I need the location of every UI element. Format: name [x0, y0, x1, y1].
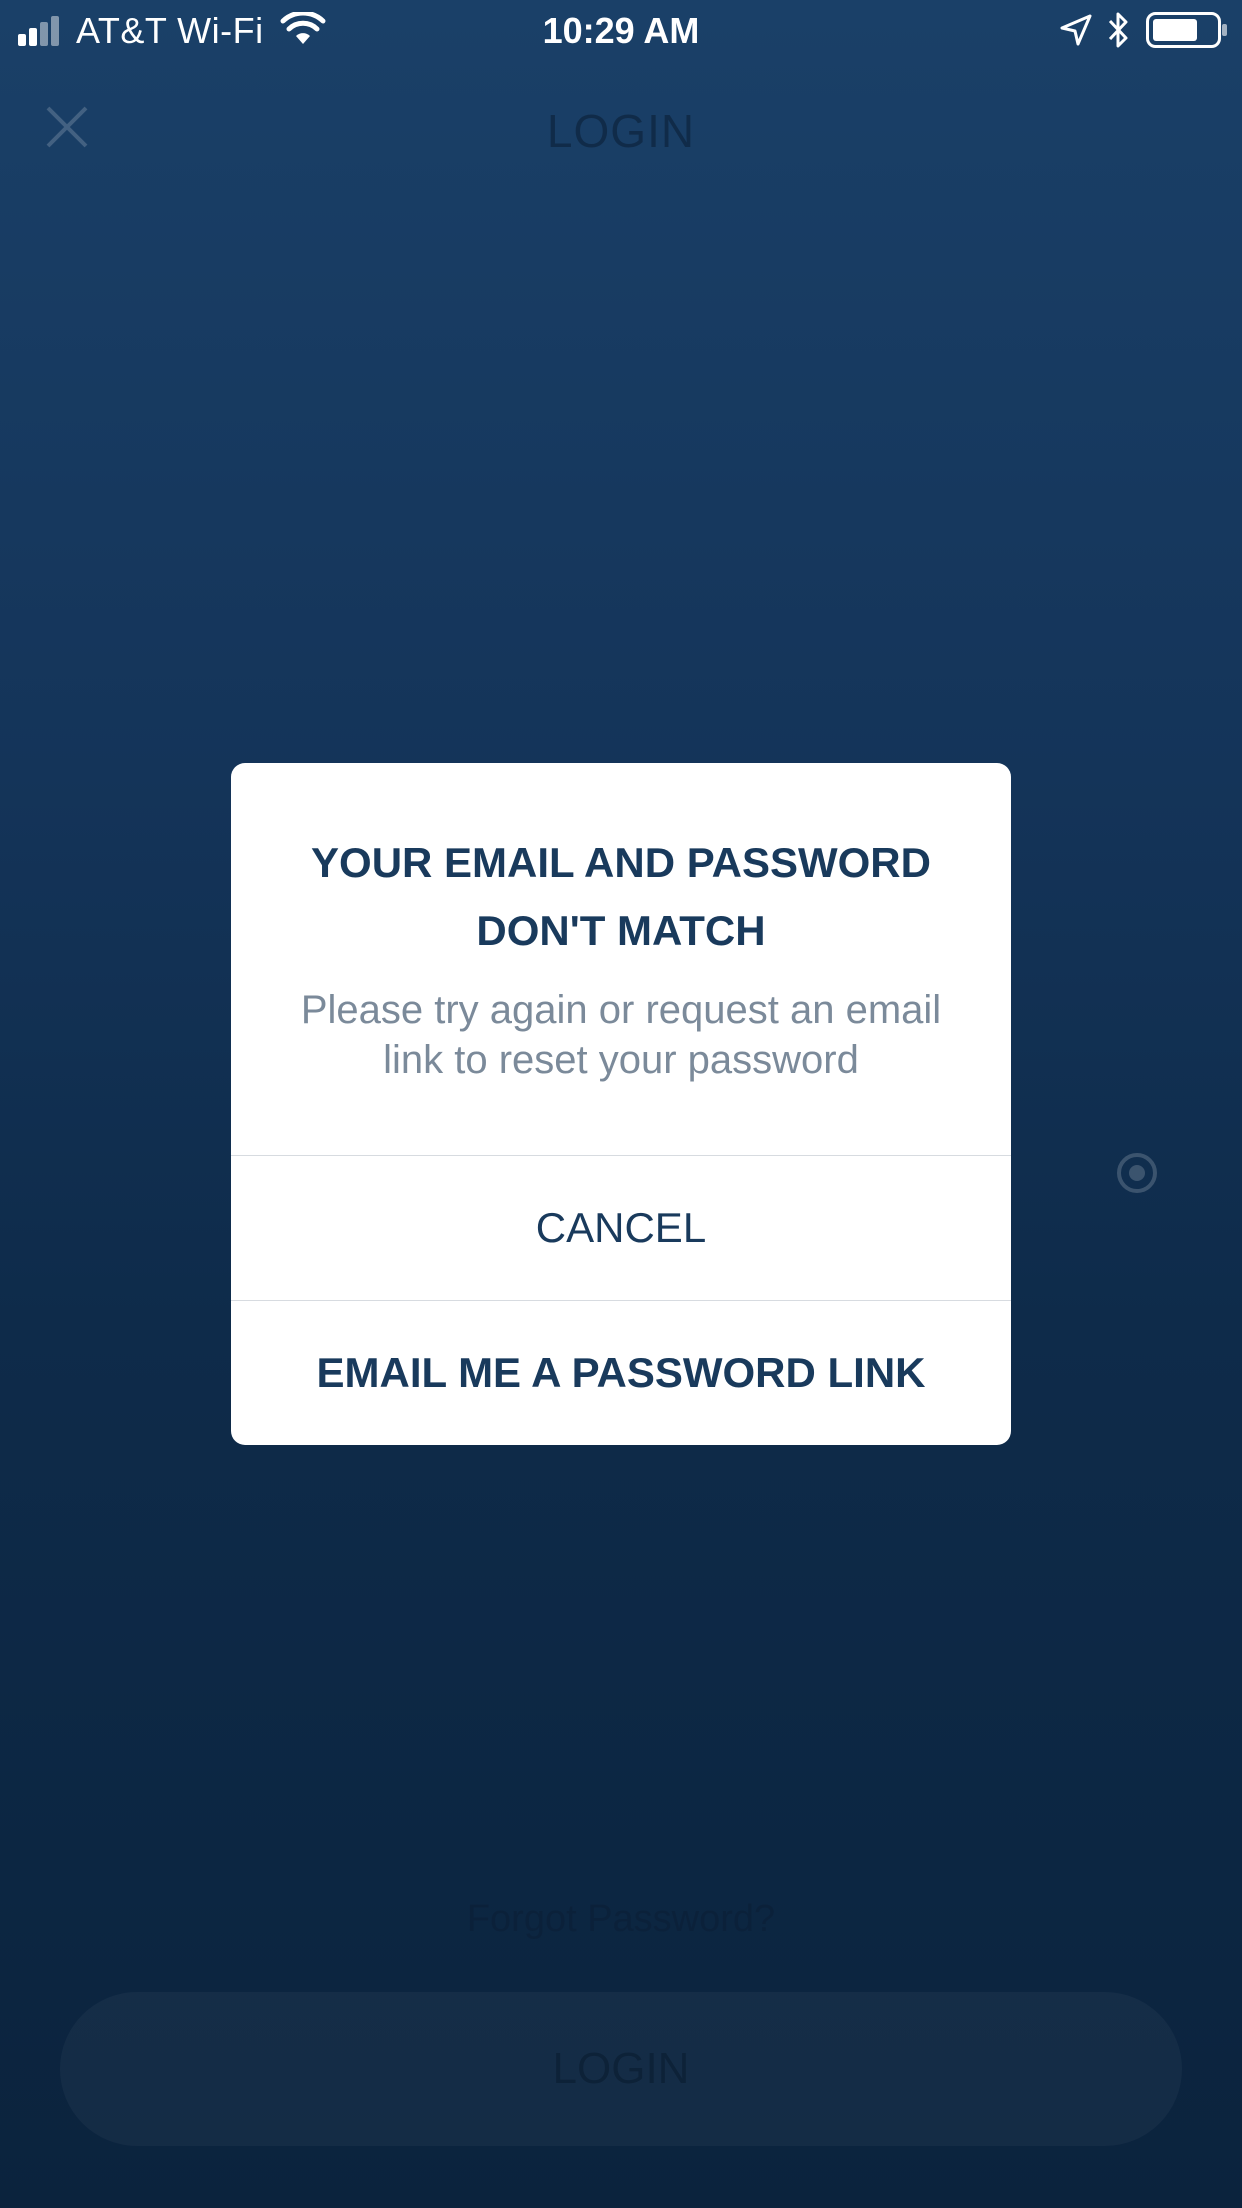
battery-icon [1146, 12, 1227, 48]
dialog-title: YOUR EMAIL AND PASSWORD DON'T MATCH [311, 839, 931, 954]
email-password-link-button[interactable]: EMAIL ME A PASSWORD LINK [231, 1301, 1011, 1445]
clock-time: 10:29 AM [542, 10, 700, 51]
location-icon [1060, 14, 1092, 46]
show-password-icon[interactable] [1112, 1150, 1162, 1196]
forgot-password-link[interactable]: Forgot Password? [0, 1898, 1242, 1941]
dialog-message: Please try again or request an email lin… [300, 988, 942, 1082]
header-title: LOGIN [546, 105, 696, 157]
login-button-label: LOGIN [552, 2044, 690, 2093]
bluetooth-icon [1108, 12, 1128, 48]
login-button[interactable]: LOGIN [60, 1992, 1182, 2146]
cancel-button[interactable]: CANCEL [231, 1156, 1011, 1300]
status-bar: AT&T Wi-Fi 10:29 AM [0, 0, 1242, 60]
error-dialog: YOUR EMAIL AND PASSWORD DON'T MATCH Plea… [231, 763, 1011, 1445]
